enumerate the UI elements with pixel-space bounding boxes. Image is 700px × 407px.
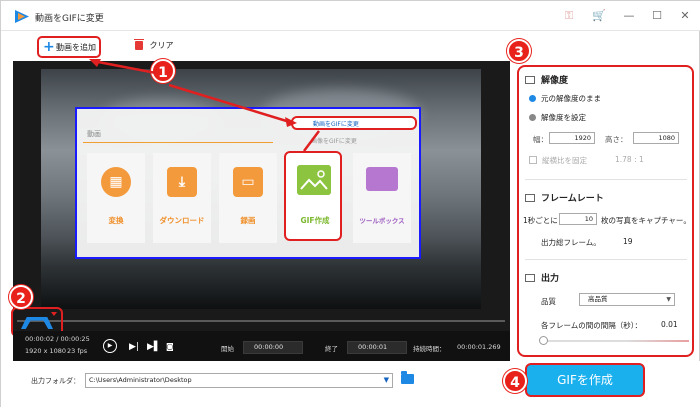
width-label: 幅： <box>533 135 548 144</box>
callout-badge-3: 3 <box>507 39 531 63</box>
minimize-icon[interactable]: — <box>621 8 637 24</box>
toolbox-icon <box>366 167 398 191</box>
end-label: 終了 <box>325 345 338 353</box>
radio-selected-icon[interactable] <box>529 95 536 102</box>
film-strip-icon <box>525 194 535 202</box>
tile-label: ツールボックス <box>359 217 405 225</box>
tile-toolbox[interactable]: ツールボックス <box>353 153 411 243</box>
trash-icon <box>134 39 144 50</box>
add-video-label: 動画を追加 <box>56 43 96 52</box>
duration-label: 持続時間： <box>413 345 446 353</box>
skip-end-icon[interactable]: ▶▌ <box>147 341 161 353</box>
create-gif-button[interactable]: GIFを作成 <box>525 363 645 397</box>
quality-select[interactable]: 高品質 ▼ <box>579 293 675 306</box>
total-frames-label: 出力総フレーム。 <box>541 238 601 247</box>
frame-interval-value: 0.01 <box>661 320 678 329</box>
download-icon: ⤓ <box>167 167 197 197</box>
screen-icon: ▭ <box>233 167 263 197</box>
clip-duration: 00:00:02 / 00:00:25 <box>25 335 90 343</box>
start-time-field[interactable]: 00:00:00 <box>243 341 303 354</box>
set-resolution-option[interactable]: 解像度を設定 <box>529 112 586 123</box>
tile-download[interactable]: ⤓ ダウンロード <box>153 153 211 243</box>
film-icon: ▦ <box>101 167 131 197</box>
aspect-ratio-value: 1.78 : 1 <box>615 155 644 164</box>
callout-badge-2: 2 <box>9 285 33 309</box>
quality-value: 高品質 <box>588 295 608 303</box>
callout-badge-4: 4 <box>503 369 527 393</box>
embedded-video-label: 動画 <box>87 130 101 138</box>
title-bar: 動画をGIFに変更 ⚿ 🛒 — ☐ ✕ <box>1 1 700 31</box>
height-label: 高さ： <box>605 135 628 144</box>
step-forward-icon[interactable]: ▶| <box>129 341 139 353</box>
plus-icon: + <box>43 39 55 55</box>
keep-resolution-option[interactable]: 元の解像度のまま <box>529 93 601 104</box>
expand-icon <box>525 76 535 84</box>
close-icon[interactable]: ✕ <box>677 8 693 24</box>
timeline-track[interactable] <box>17 320 505 322</box>
output-folder-path: C:\Users\Administrator\Desktop <box>89 376 192 384</box>
output-heading: 出力 <box>525 271 559 284</box>
playhead-marker[interactable] <box>51 312 57 316</box>
quality-label: 品質 <box>541 297 556 306</box>
resolution-heading: 解像度 <box>525 73 568 86</box>
snapshot-icon[interactable]: ◙ <box>166 341 174 353</box>
toolbar: + 動画を追加 クリア <box>1 32 700 59</box>
app-window: 動画をGIFに変更 ⚿ 🛒 — ☐ ✕ + 動画を追加 クリア 動画 動画をGI… <box>0 0 700 407</box>
add-video-button[interactable]: + 動画を追加 <box>37 36 101 58</box>
aspect-lock-option[interactable]: 縦横比を固定 <box>529 155 587 166</box>
framerate-field[interactable]: 10 <box>559 213 597 225</box>
cart-icon[interactable]: 🛒 <box>591 9 607 23</box>
settings-panel: 解像度 元の解像度のまま 解像度を設定 幅： 1920 高さ： 1080 縦横比… <box>517 65 694 357</box>
tile-label: 録画 <box>240 216 256 225</box>
output-folder-label: 出力フォルダ： <box>31 377 80 385</box>
interval-slider-track[interactable] <box>541 340 689 342</box>
image-icon <box>525 274 535 282</box>
height-field[interactable]: 1080 <box>633 132 679 144</box>
app-logo-icon <box>15 10 29 23</box>
key-icon[interactable]: ⚿ <box>561 9 577 23</box>
radio-unselected-icon[interactable] <box>529 114 536 121</box>
duration-value: 00:00:01.269 <box>457 343 501 351</box>
window-title: 動画をGIFに変更 <box>35 14 104 24</box>
tile-label: GIF作成 <box>300 216 330 225</box>
maximize-icon[interactable]: ☐ <box>649 8 665 24</box>
checkbox-icon[interactable] <box>529 156 537 164</box>
chevron-down-icon[interactable]: ▼ <box>666 294 671 305</box>
preview-ground <box>41 269 481 309</box>
menu-video-to-gif[interactable]: 動画をGIFに変更 <box>291 116 417 130</box>
embedded-ui-frame: 動画 動画をGIFに変更 画像をGIFに変更 ▦ 変換 ⤓ ダウンロード ▭ 録… <box>75 107 421 259</box>
trim-range-icon[interactable] <box>21 317 53 329</box>
framerate-heading: フレームレート <box>525 191 604 204</box>
output-folder-select[interactable]: C:\Users\Administrator\Desktop ▼ <box>85 373 393 388</box>
tile-gif-maker[interactable]: GIF作成 <box>284 151 342 241</box>
start-label: 開始 <box>221 345 234 353</box>
width-field[interactable]: 1920 <box>549 132 595 144</box>
tile-label: 変換 <box>108 216 124 225</box>
play-icon[interactable]: ▶ <box>103 339 117 353</box>
playback-controls: 00:00:02 / 00:00:25 1920 x 1080 23 fps ▶… <box>13 331 510 361</box>
interval-slider-handle[interactable] <box>539 336 548 345</box>
clip-fps: 23 fps <box>67 347 88 355</box>
image-icon <box>297 165 331 195</box>
clear-label: クリア <box>149 41 174 50</box>
end-time-field[interactable]: 00:00:01 <box>347 341 407 354</box>
frame-interval-label: 各フレームの間の間隔（秒）： <box>541 321 643 330</box>
tile-convert[interactable]: ▦ 変換 <box>87 153 145 243</box>
timeline[interactable] <box>13 311 510 331</box>
menu-image-to-gif[interactable]: 画像をGIFに変更 <box>291 135 417 149</box>
callout-badge-1: 1 <box>151 59 175 83</box>
framerate-prefix: 1秒ごとに <box>523 216 558 225</box>
divider <box>525 259 687 260</box>
clip-resolution: 1920 x 1080 <box>25 347 67 355</box>
divider <box>525 179 687 180</box>
embedded-video-rule <box>83 142 273 143</box>
folder-icon[interactable] <box>401 371 414 384</box>
tile-record[interactable]: ▭ 録画 <box>219 153 277 243</box>
total-frames-value: 19 <box>623 237 633 246</box>
chevron-down-icon[interactable]: ▼ <box>384 374 389 387</box>
tile-label: ダウンロード <box>159 216 205 225</box>
framerate-suffix: 枚の写真をキャプチャー。 <box>601 216 691 225</box>
clear-button[interactable]: クリア <box>134 39 174 51</box>
